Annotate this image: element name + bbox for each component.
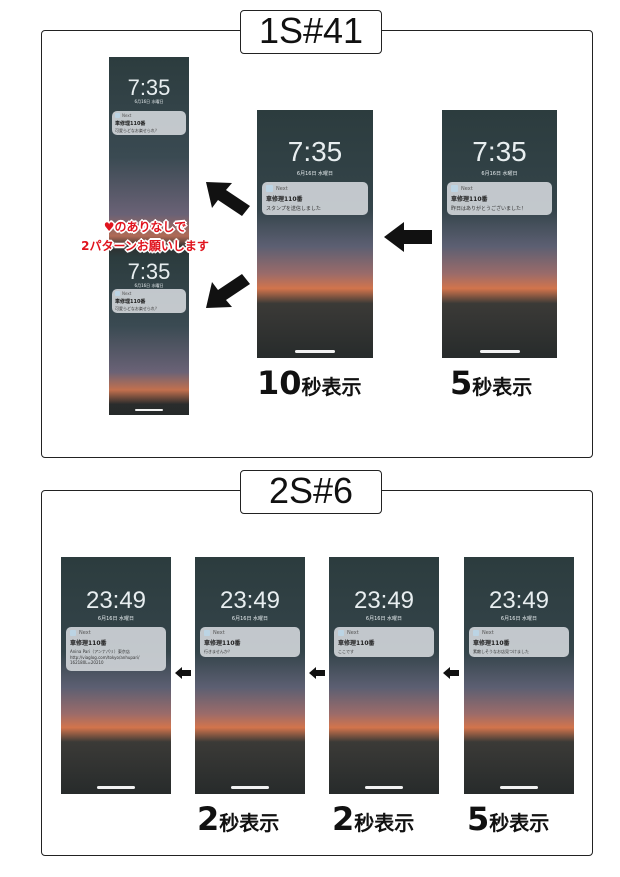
lock-date: 6月16日 水曜日 xyxy=(231,616,269,622)
duration-number: 2 xyxy=(332,800,355,838)
lock-date: 6月16日 水曜日 xyxy=(500,616,538,622)
variant-note-line2: 2パターンお願いします xyxy=(81,239,209,253)
app-icon xyxy=(451,185,458,192)
app-icon xyxy=(338,630,344,636)
notification-card: Next 車修理110番 可愛らどなお楽せられ？ xyxy=(112,289,186,313)
arrow-down-left-icon xyxy=(206,274,250,308)
notification-app-name: Next xyxy=(213,630,225,636)
notification-message: 昨日はありがとうございました！ xyxy=(451,206,527,212)
arrow-left-icon xyxy=(384,222,432,252)
lock-clock: 7:35 xyxy=(472,136,527,167)
notification-title: 車修理110番 xyxy=(338,640,375,647)
home-indicator xyxy=(500,786,538,789)
duration-number: 10 xyxy=(257,364,302,402)
lock-clock: 23:49 xyxy=(219,587,281,614)
duration-caption: 2秒表示 xyxy=(332,800,414,838)
lock-clock: 23:49 xyxy=(488,587,550,614)
arrow-left-icon xyxy=(175,667,191,679)
home-indicator xyxy=(231,786,269,789)
notification-app-name: Next xyxy=(122,291,132,296)
arrow-left-icon xyxy=(309,667,325,679)
notification-message: 素敵しそうなお店見つけました xyxy=(473,649,529,654)
lock-clock: 23:49 xyxy=(85,587,147,614)
notification-app-name: Next xyxy=(122,113,132,118)
notification-message: 行きませんか？ xyxy=(204,649,232,654)
duration-caption: 5秒表示 xyxy=(450,364,532,402)
app-icon xyxy=(204,630,210,636)
notification-card: Next 車修理110番 昨日はありがとうございました！ xyxy=(447,182,552,215)
notification-card: Next 車修理110番 ここです xyxy=(334,627,434,657)
notification-title: 車修理110番 xyxy=(115,299,146,305)
section1-badge: 1S#41 xyxy=(240,10,382,54)
notification-title: 車修理110番 xyxy=(473,640,510,647)
phone-final: 23:49 6月16日 水曜日 Next 車修理110番 Anina Pari（… xyxy=(61,557,171,794)
lock-date: 6月16日 水曜日 xyxy=(97,616,135,622)
lock-clock: 7:35 xyxy=(127,259,171,284)
notification-app-name: Next xyxy=(79,630,91,636)
home-indicator xyxy=(480,350,520,353)
duration-number: 2 xyxy=(197,800,220,838)
duration-caption: 10秒表示 xyxy=(257,364,362,402)
app-icon xyxy=(115,291,120,296)
duration-label: 秒表示 xyxy=(354,811,415,835)
variant-note-line1: ♥のありなしで xyxy=(103,220,187,234)
notification-card: Next 車修理110番 スタンプを送信しました xyxy=(262,182,368,215)
home-indicator xyxy=(135,409,163,411)
app-icon xyxy=(115,113,120,118)
duration-caption: 5秒表示 xyxy=(467,800,549,838)
notification-title: 車修理110番 xyxy=(451,196,488,203)
duration-number: 5 xyxy=(450,364,473,402)
notification-app-name: Next xyxy=(482,630,494,636)
arrow-up-left-icon xyxy=(206,182,250,216)
notification-app-name: Next xyxy=(347,630,359,636)
lock-clock: 7:35 xyxy=(127,75,171,100)
arrow-left-icon xyxy=(443,667,459,679)
app-icon xyxy=(473,630,479,636)
home-indicator xyxy=(97,786,135,789)
notification-message: 162180L=20210 xyxy=(70,660,104,665)
notification-message: スタンプを送信しました xyxy=(266,206,321,212)
phone-5s-b: 23:49 6月16日 水曜日 Next 車修理110番 素敵しそうなお店見つけ… xyxy=(464,557,574,794)
notification-title: 車修理110番 xyxy=(204,640,241,647)
lock-clock: 23:49 xyxy=(353,587,415,614)
phone-5s: 7:35 6月16日 水曜日 Next 車修理110番 昨日はありがとうございま… xyxy=(442,110,557,358)
lock-date: 6月16日 水曜日 xyxy=(296,171,334,177)
duration-number: 5 xyxy=(467,800,490,838)
notification-app-name: Next xyxy=(276,185,288,192)
duration-label: 秒表示 xyxy=(489,811,550,835)
section2-badge: 2S#6 xyxy=(240,470,382,514)
home-indicator xyxy=(295,350,335,353)
notification-app-name: Next xyxy=(461,185,473,192)
notification-message: ここです xyxy=(338,649,354,654)
notification-title: 車修理110番 xyxy=(266,196,303,203)
variant-note: ♥のありなしで 2パターンお願いします xyxy=(56,218,234,256)
duration-label: 秒表示 xyxy=(301,375,362,399)
duration-label: 秒表示 xyxy=(472,375,533,399)
phone-2s-b: 23:49 6月16日 水曜日 Next 車修理110番 ここです xyxy=(329,557,439,794)
notification-message: 可愛らどなお楽せられ？ xyxy=(115,306,159,311)
notification-title: 車修理110番 xyxy=(115,121,146,127)
home-indicator xyxy=(365,786,403,789)
notification-title: 車修理110番 xyxy=(70,640,107,647)
notification-card: Next 車修理110番 素敵しそうなお店見つけました xyxy=(469,627,569,657)
notification-card: Next 車修理110番 行きませんか？ xyxy=(200,627,300,657)
duration-label: 秒表示 xyxy=(219,811,280,835)
phone-10s: 7:35 6月16日 水曜日 Next 車修理110番 スタンプを送信しました xyxy=(257,110,373,358)
notification-card: Next 車修理110番 可愛らどなお楽せられ？ xyxy=(112,111,186,135)
app-icon xyxy=(266,185,273,192)
phone-2s-a: 23:49 6月16日 水曜日 Next 車修理110番 行きませんか？ xyxy=(195,557,305,794)
lock-date: 6月16日 水曜日 xyxy=(365,616,403,622)
lock-clock: 7:35 xyxy=(287,136,343,167)
notification-card: Next 車修理110番 Anina Pari（アンナパリ）東京店 http:/… xyxy=(66,627,166,671)
app-icon xyxy=(70,630,76,636)
lock-date: 6月16日 水曜日 xyxy=(481,171,518,177)
duration-caption: 2秒表示 xyxy=(197,800,279,838)
lock-date: 6月16日 水曜日 xyxy=(134,99,164,104)
notification-message: 可愛らどなお楽せられ？ xyxy=(115,128,159,133)
